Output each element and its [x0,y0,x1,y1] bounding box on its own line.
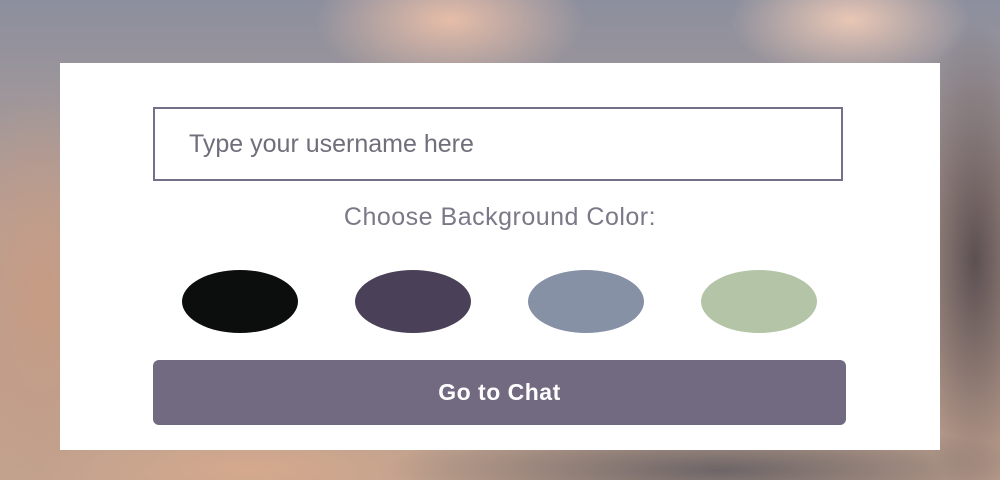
username-input[interactable] [153,107,843,181]
login-card: Choose Background Color: Go to Chat [60,63,940,450]
blurred-photo-background: Choose Background Color: Go to Chat [0,0,1000,480]
color-option-slate-blue[interactable] [528,270,644,333]
choose-background-color-label: Choose Background Color: [343,203,657,231]
color-option-black[interactable] [182,270,298,333]
go-to-chat-button[interactable]: Go to Chat [153,360,846,425]
color-option-dark-purple[interactable] [355,270,471,333]
color-option-sage-green[interactable] [701,270,817,333]
